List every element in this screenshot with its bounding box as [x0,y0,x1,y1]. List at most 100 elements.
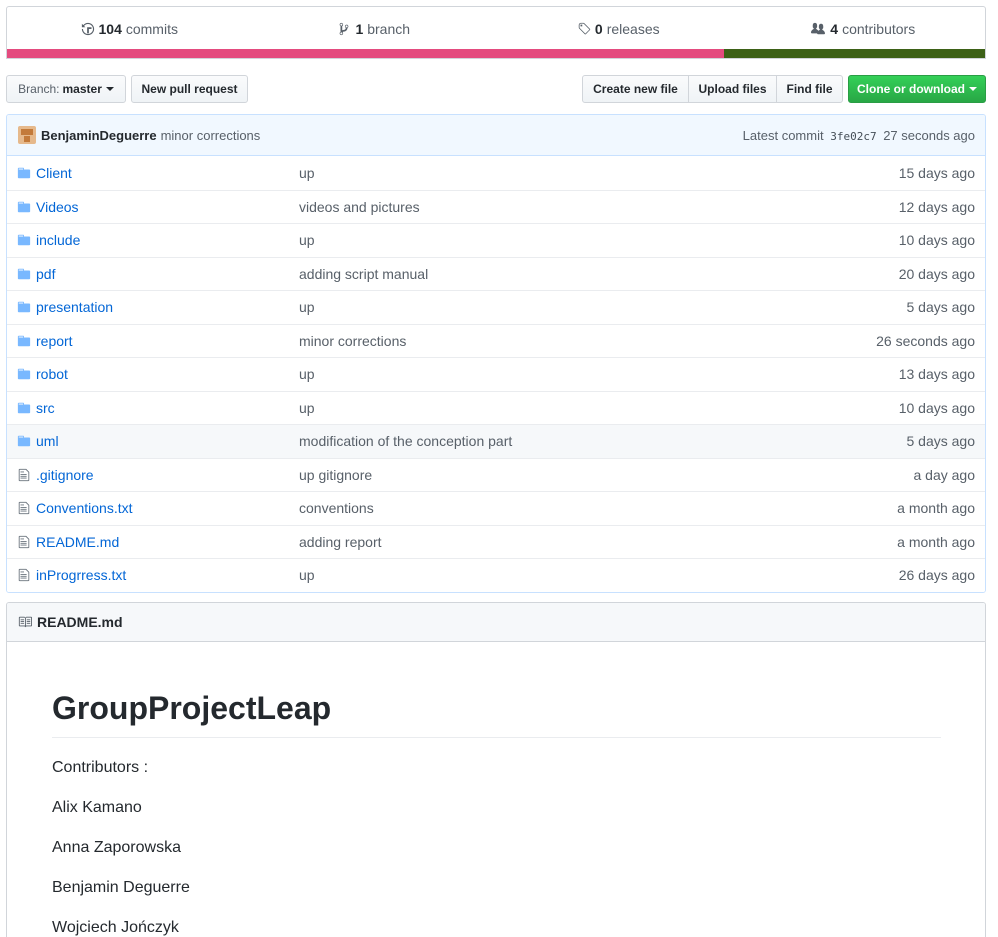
contributors-label: contributors [842,21,916,37]
readme-header: README.md [7,603,985,642]
clone-download-button[interactable]: Clone or download [848,75,986,103]
clone-label: Clone or download [857,82,965,96]
latest-commit-bar: BenjaminDeguerre minor corrections Lates… [7,115,985,156]
file-commit-message[interactable]: up [299,567,899,583]
file-row[interactable]: Conventions.txt conventions a month ago [7,491,985,525]
branch-name: master [62,82,102,96]
folder-icon [7,434,36,448]
find-file-button[interactable]: Find file [776,75,843,103]
caret-down-icon [969,87,977,91]
file-commit-message[interactable]: conventions [299,500,897,516]
file-age: 5 days ago [906,299,976,316]
file-row[interactable]: Videos videos and pictures 12 days ago [7,189,985,223]
file-commit-message[interactable]: up [299,232,899,248]
file-commit-message[interactable]: adding script manual [299,266,899,282]
file-name-link[interactable]: pdf [36,266,299,282]
file-row[interactable]: presentation up 5 days ago [7,290,985,324]
book-icon [18,616,32,628]
commit-message[interactable]: minor corrections [161,128,261,143]
file-navigation: BenjaminDeguerre minor corrections Lates… [6,114,986,593]
repo-summary: 104 commits 1 branch 0 releases 4 contri… [6,6,986,59]
folder-icon [7,334,36,348]
commits-link[interactable]: 104 commits [7,21,252,37]
file-commit-message[interactable]: up gitignore [299,467,914,483]
readme-title: GroupProjectLeap [52,688,941,738]
file-commit-message[interactable]: videos and pictures [299,199,899,215]
readme-paragraph: Contributors : [52,759,149,776]
file-name-link[interactable]: Conventions.txt [36,500,299,516]
readme-paragraph: Anna Zaporowska [52,839,181,856]
folder-icon [7,200,36,214]
file-row[interactable]: README.md adding report a month ago [7,524,985,558]
file-icon [7,535,36,549]
file-row[interactable]: robot up 13 days ago [7,357,985,391]
file-row[interactable]: pdf adding script manual 20 days ago [7,256,985,290]
language-segment-1 [7,49,724,58]
releases-label: releases [606,21,660,37]
new-pull-request-button[interactable]: New pull request [131,75,248,103]
file-row[interactable]: include up 10 days ago [7,223,985,257]
file-row[interactable]: inProgrress.txt up 26 days ago [7,558,985,592]
file-age: a day ago [913,466,976,483]
file-name-link[interactable]: report [36,333,299,349]
file-row[interactable]: .gitignore up gitignore a day ago [7,457,985,491]
language-segment-2 [724,49,985,58]
file-row[interactable]: src up 10 days ago [7,390,985,424]
upload-files-button[interactable]: Upload files [688,75,777,103]
file-age: 5 days ago [906,433,976,450]
file-age: 20 days ago [898,265,975,282]
contributors-count: 4 [830,21,839,37]
commit-author[interactable]: BenjaminDeguerre [41,128,157,143]
create-new-file-button[interactable]: Create new file [582,75,689,103]
file-age: 26 seconds ago [876,332,975,349]
file-commit-message[interactable]: adding report [299,534,897,550]
file-name-link[interactable]: inProgrress.txt [36,567,299,583]
file-row[interactable]: report minor corrections 26 seconds ago [7,323,985,357]
folder-icon [7,367,36,381]
file-age: 13 days ago [898,366,975,383]
file-commit-message[interactable]: up [299,165,899,181]
file-name-link[interactable]: README.md [36,534,299,550]
commits-label: commits [125,21,178,37]
file-name-link[interactable]: Client [36,165,299,181]
branch-count: 1 [355,21,364,37]
commit-meta: Latest commit 3fe02c7 27 seconds ago [743,128,975,143]
readme-panel: README.md GroupProjectLeap Contributors … [6,602,986,937]
file-name-link[interactable]: include [36,232,299,248]
branch-icon [340,22,349,36]
commit-age: 27 seconds ago [883,127,975,143]
readme-paragraph: Benjamin Deguerre [52,879,190,896]
caret-down-icon [105,87,114,91]
commit-sha[interactable]: 3fe02c7 [830,130,876,143]
readme-filename[interactable]: README.md [37,614,123,630]
branch-label: branch [367,21,411,37]
folder-icon [7,267,36,281]
file-commit-message[interactable]: up [299,299,907,315]
file-row[interactable]: Client up 15 days ago [7,156,985,190]
history-icon [81,22,94,36]
contributors-link[interactable]: 4 contributors [741,21,986,37]
file-name-link[interactable]: uml [36,433,299,449]
releases-link[interactable]: 0 releases [496,21,741,37]
branch-select-button[interactable]: Branch: master [6,75,126,103]
file-name-link[interactable]: src [36,400,299,416]
branches-link[interactable]: 1 branch [252,21,497,37]
folder-icon [7,233,36,247]
file-list: Client up 15 days ago Videos videos and pict… [7,156,985,592]
file-name-link[interactable]: presentation [36,299,299,315]
file-name-link[interactable]: robot [36,366,299,382]
file-row[interactable]: uml modification of the conception part 5 … [7,424,985,458]
file-commit-message[interactable]: up [299,366,899,382]
language-bar[interactable] [7,49,985,58]
file-age: a month ago [897,533,975,550]
file-commit-message[interactable]: modification of the conception part [299,433,907,449]
file-name-link[interactable]: Videos [36,199,299,215]
file-name-link[interactable]: .gitignore [36,467,299,483]
author-avatar[interactable] [18,126,36,144]
readme-content: GroupProjectLeap Contributors : Alix Kam… [7,642,985,937]
file-commit-message[interactable]: up [299,400,899,416]
file-age: 12 days ago [898,198,975,215]
file-commit-message[interactable]: minor corrections [299,333,876,349]
file-age: 10 days ago [898,232,975,249]
file-actions-group: Create new file Upload files Find file [582,75,843,103]
